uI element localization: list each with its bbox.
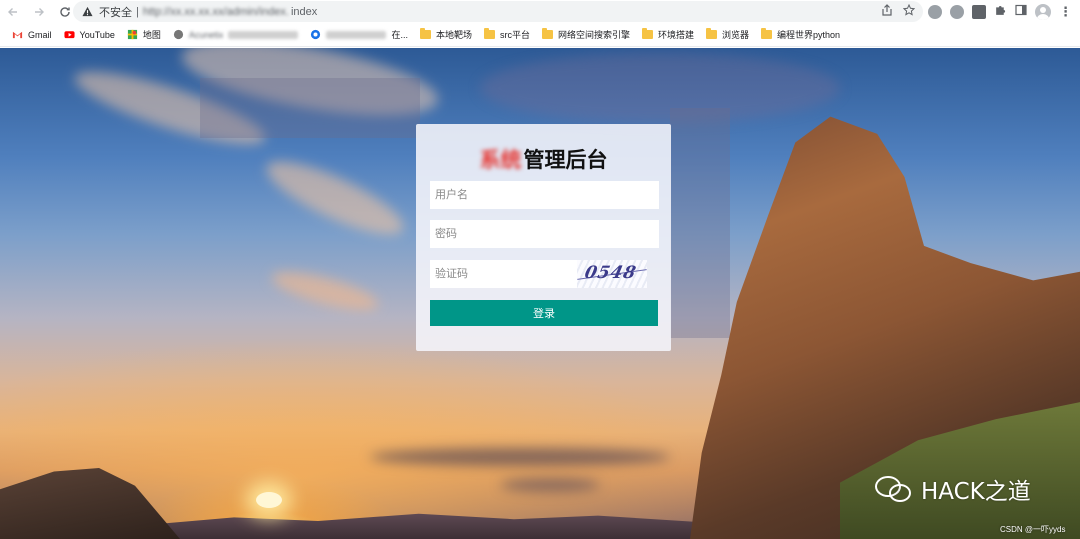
- wechat-icon: [875, 474, 915, 504]
- gmail-icon: [12, 31, 23, 39]
- bookmark-star-icon[interactable]: [902, 3, 916, 19]
- bookmarks-bar: Gmail YouTube 地图 Acunetix 在... 本地靶场 src平…: [0, 23, 1080, 47]
- url-tail: index: [290, 5, 318, 18]
- captcha-code: 0548: [582, 263, 639, 283]
- forward-arrow-icon[interactable]: [26, 0, 52, 23]
- page-background: 系统管理后台 0548 登录 HACK之道 CSDN @一吓yyds: [0, 48, 1080, 539]
- folder-icon: [541, 28, 553, 39]
- more-menu-icon[interactable]: ⋮: [1059, 4, 1072, 20]
- bookmark-youtube[interactable]: YouTube: [58, 25, 121, 45]
- maps-icon: [127, 29, 137, 40]
- cloud: [268, 264, 382, 318]
- warning-icon: [81, 6, 93, 18]
- bookmark-folder-browser[interactable]: 浏览器: [700, 25, 755, 45]
- insecure-label[interactable]: 不安全: [99, 4, 132, 20]
- cloud: [370, 448, 670, 466]
- bookmark-acunetix[interactable]: Acunetix: [167, 25, 305, 45]
- distant-mountains: [150, 513, 710, 539]
- profile-avatar-icon[interactable]: [1035, 3, 1051, 20]
- folder-icon: [641, 28, 653, 39]
- username-input[interactable]: [430, 181, 659, 209]
- side-panel-icon[interactable]: [1015, 3, 1027, 21]
- bookmark-folder-local-range[interactable]: 本地靶场: [414, 25, 478, 45]
- login-button[interactable]: 登录: [430, 300, 658, 326]
- browser-toolbar: 不安全 | http://xx.xx.xx.xx/admin/index. in…: [0, 0, 1080, 23]
- bookmark-gmail[interactable]: Gmail: [6, 25, 58, 45]
- cloud: [500, 478, 600, 492]
- extension-globe-icon[interactable]: [928, 4, 942, 19]
- brand-watermark: HACK之道: [875, 472, 1031, 506]
- bookmark-folder-python[interactable]: 编程世界python: [755, 25, 846, 45]
- url-text-redacted: http://xx.xx.xx.xx/admin/index.: [142, 5, 289, 18]
- folder-icon: [706, 28, 717, 39]
- share-icon[interactable]: [881, 4, 893, 19]
- pixelated-region: [670, 108, 730, 338]
- title-redacted-text: 系统: [479, 149, 522, 172]
- acunetix-icon: [173, 29, 183, 40]
- address-bar[interactable]: 不安全 | http://xx.xx.xx.xx/admin/index. in…: [73, 1, 923, 22]
- foreground-rock-left: [0, 468, 180, 539]
- back-arrow-icon[interactable]: [0, 0, 26, 23]
- brand-watermark-text: HACK之道: [921, 479, 1031, 505]
- cloud: [480, 53, 840, 123]
- bookmark-folder-src[interactable]: src平台: [478, 25, 536, 45]
- extensions-puzzle-icon[interactable]: [994, 3, 1007, 21]
- cloud: [258, 148, 412, 248]
- extension-proxy-icon[interactable]: [972, 4, 986, 19]
- title-text: 管理后台: [523, 149, 608, 172]
- captcha-image[interactable]: 0548: [577, 260, 647, 288]
- bookmark-folder-env-setup[interactable]: 环境搭建: [636, 25, 700, 45]
- page-title: 系统管理后台: [416, 144, 671, 174]
- folder-icon: [761, 28, 773, 39]
- login-panel: 系统管理后台 0548 登录: [416, 124, 671, 351]
- bookmark-folder-search-engines[interactable]: 网络空间搜索引擎: [536, 25, 636, 45]
- credit-watermark: CSDN @一吓yyds: [1000, 525, 1066, 534]
- youtube-icon: [63, 31, 75, 39]
- folder-icon: [419, 28, 431, 39]
- bookmark-maps[interactable]: 地图: [121, 25, 167, 45]
- site-icon: [311, 29, 321, 40]
- omnibox-separator: |: [136, 5, 139, 18]
- setting-sun: [256, 492, 282, 508]
- extensions-area: ⋮: [928, 0, 1072, 23]
- extension-shield-icon[interactable]: [950, 4, 964, 19]
- pixelated-region: [200, 78, 420, 138]
- password-input[interactable]: [430, 220, 659, 248]
- bookmark-site[interactable]: 在...: [304, 25, 414, 45]
- folder-icon: [483, 28, 495, 39]
- captcha-input[interactable]: [430, 260, 577, 288]
